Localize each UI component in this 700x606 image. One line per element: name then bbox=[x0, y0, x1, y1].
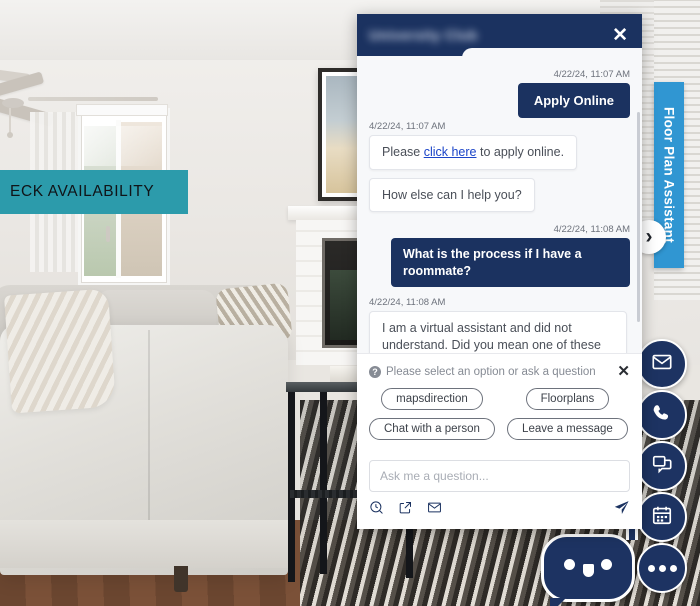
envelope-icon[interactable] bbox=[427, 500, 442, 520]
check-availability-banner[interactable]: ECK AVAILABILITY bbox=[0, 170, 188, 214]
chip-chat-with-a-person[interactable]: Chat with a person bbox=[369, 418, 495, 440]
history-icon[interactable] bbox=[369, 500, 384, 520]
phone-icon bbox=[651, 402, 673, 429]
more-options-button[interactable] bbox=[637, 543, 687, 593]
message-timestamp: 4/22/24, 11:08 AM bbox=[553, 224, 630, 236]
message-row: How else can I help you? bbox=[369, 177, 630, 213]
chevron-glyph: › bbox=[645, 225, 653, 248]
message-text-after: to apply online. bbox=[476, 145, 565, 160]
side-button-phone[interactable] bbox=[637, 390, 687, 440]
chip-mapsdirection[interactable]: mapsdirection bbox=[381, 388, 483, 410]
bot-message-bubble: How else can I help you? bbox=[369, 177, 535, 213]
send-icon[interactable] bbox=[613, 499, 630, 521]
quick-reply-chip-grid: mapsdirection Floorplans Chat with a per… bbox=[369, 388, 630, 440]
chat-composer bbox=[357, 452, 642, 529]
message-row: I am a virtual assistant and did not und… bbox=[369, 311, 630, 353]
envelope-icon bbox=[651, 351, 673, 378]
bot-message-bubble: Please click here to apply online. bbox=[369, 135, 578, 170]
message-timestamp: 4/22/24, 11:07 AM bbox=[369, 121, 446, 133]
composer-toolbar bbox=[369, 499, 630, 521]
quick-reply-options: ? Please select an option or ask a quest… bbox=[357, 353, 642, 452]
side-button-email[interactable] bbox=[637, 339, 687, 389]
message-timestamp: 4/22/24, 11:07 AM bbox=[553, 69, 630, 80]
chat-header: University Club ✕ bbox=[357, 14, 642, 64]
message-timestamp: 4/22/24, 11:08 AM bbox=[369, 297, 446, 309]
apply-online-button[interactable]: Apply Online bbox=[517, 83, 630, 119]
click-here-link[interactable]: click here bbox=[424, 145, 477, 159]
chat-title: University Club bbox=[369, 27, 478, 43]
quick-reply-prompt-wrap: ? Please select an option or ask a quest… bbox=[369, 365, 596, 378]
side-button-chat[interactable] bbox=[637, 441, 687, 491]
check-availability-label: ECK AVAILABILITY bbox=[10, 183, 155, 200]
message-row: What is the process if I have a roommate… bbox=[369, 238, 630, 288]
floor-plan-assistant-label: Floor Plan Assistant bbox=[661, 106, 677, 244]
user-message-bubble: What is the process if I have a roommate… bbox=[391, 238, 630, 288]
chat-message-list: 4/22/24, 11:07 AM Apply Online 4/22/24, … bbox=[357, 56, 642, 353]
help-icon: ? bbox=[369, 365, 381, 378]
bot-message-bubble: I am a virtual assistant and did not und… bbox=[369, 311, 627, 353]
external-link-icon[interactable] bbox=[398, 500, 413, 520]
chat-widget-panel: University Club ✕ 4/22/24, 11:07 AM Appl… bbox=[357, 14, 642, 529]
side-button-calendar[interactable] bbox=[637, 492, 687, 542]
quick-reply-prompt: Please select an option or ask a questio… bbox=[386, 365, 596, 378]
composer-tools bbox=[369, 500, 442, 520]
chat-bot-launcher[interactable] bbox=[541, 524, 638, 606]
ellipsis-icon bbox=[647, 564, 677, 572]
chip-floorplans[interactable]: Floorplans bbox=[525, 388, 610, 410]
chat-icon bbox=[651, 453, 673, 480]
quick-reply-header: ? Please select an option or ask a quest… bbox=[369, 364, 630, 379]
message-text-before: Please bbox=[382, 145, 424, 160]
chat-scrollbar[interactable] bbox=[637, 112, 640, 322]
message-input[interactable] bbox=[369, 460, 630, 492]
chip-leave-a-message[interactable]: Leave a message bbox=[507, 418, 628, 440]
close-options-icon[interactable]: ✕ bbox=[617, 364, 630, 379]
message-row: Apply Online bbox=[369, 83, 630, 119]
calendar-icon bbox=[651, 504, 673, 531]
close-icon[interactable]: ✕ bbox=[608, 24, 632, 47]
message-row: Please click here to apply online. bbox=[369, 135, 630, 170]
page-root: ECK AVAILABILITY Floor Plan Assistant › bbox=[0, 0, 700, 606]
